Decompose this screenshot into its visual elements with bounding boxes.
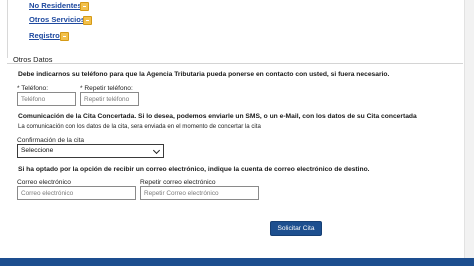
confirmation-selected-value: Seleccione [21, 147, 54, 154]
phone-label: * Teléfono: [17, 85, 49, 92]
nav-link-no-residentes[interactable]: No Residentes [29, 1, 82, 10]
phone-repeat-input[interactable] [80, 92, 139, 106]
email-instructions: Si ha optado por la opción de recibir un… [18, 166, 370, 173]
confirmation-label: Confirmación de la cita [17, 137, 85, 144]
appointment-form-page: No Residentes Otros Servicios Registro O… [0, 0, 474, 266]
folder-icon [60, 32, 69, 41]
notification-note: La comunicación con los datos de la cita… [18, 123, 261, 130]
email-repeat-input[interactable] [140, 186, 259, 200]
email-input[interactable] [17, 186, 136, 200]
solicitar-cita-button[interactable]: Solicitar Cita [270, 221, 322, 236]
nav-link-otros-servicios[interactable]: Otros Servicios [29, 15, 85, 24]
scrollbar-track[interactable] [464, 0, 474, 258]
phone-repeat-label: * Repetir teléfono: [80, 85, 133, 92]
notification-heading: Comunicación de la Cita Concertada. Si l… [18, 113, 417, 120]
section-divider [7, 63, 463, 64]
folder-icon [80, 2, 89, 11]
folder-icon [83, 16, 92, 25]
left-divider [7, 0, 8, 58]
phone-input[interactable] [17, 92, 76, 106]
phone-instructions: Debe indicarnos su teléfono para que la … [18, 71, 390, 78]
chevron-down-icon [152, 146, 161, 155]
email-label: Correo electrónico [17, 179, 71, 186]
nav-link-registro[interactable]: Registro [29, 31, 60, 40]
confirmation-select[interactable]: Seleccione [17, 144, 164, 158]
email-repeat-label: Repetir correo electrónico [140, 179, 216, 186]
footer-bar [0, 258, 474, 266]
